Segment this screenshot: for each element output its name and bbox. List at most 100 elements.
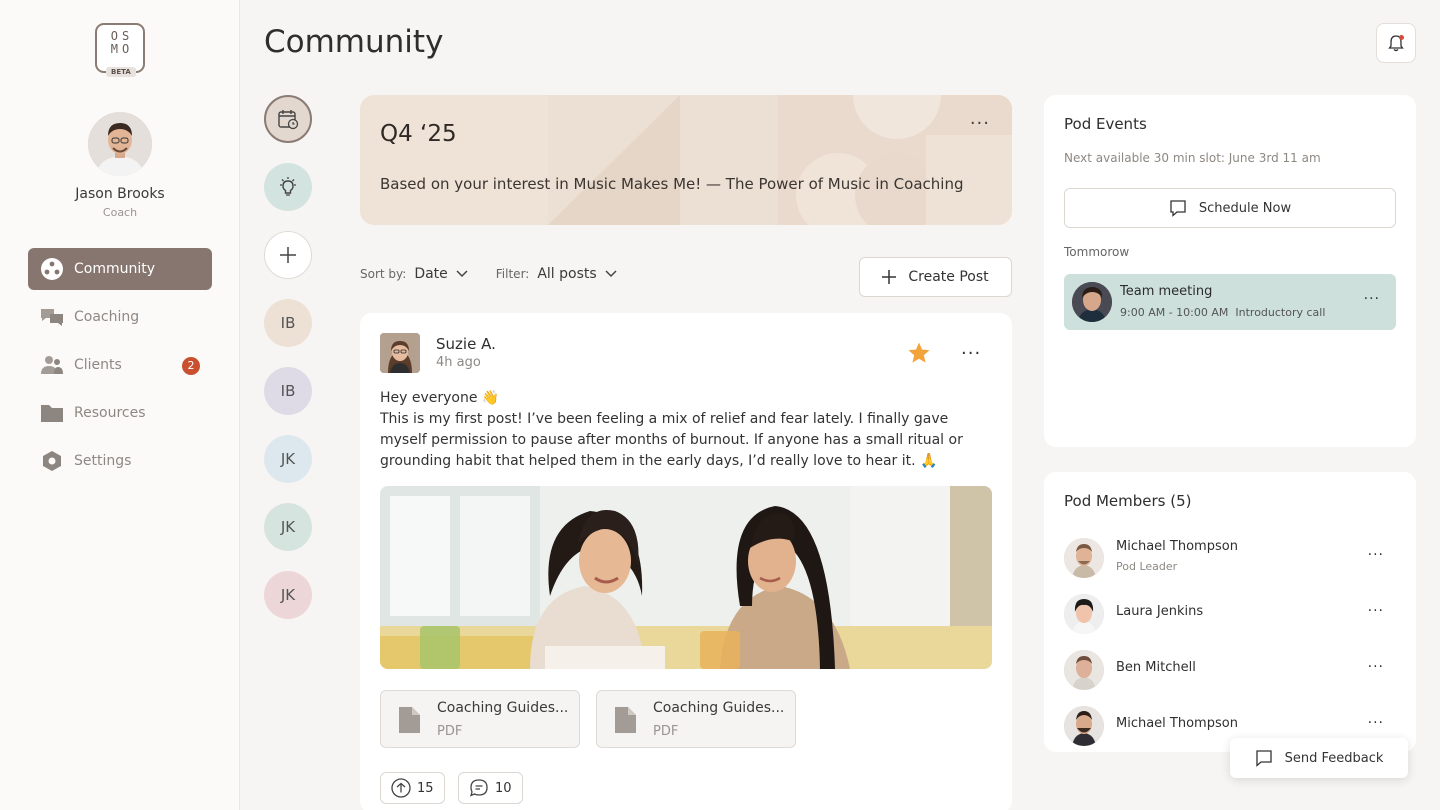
member-avatar: [1064, 650, 1104, 690]
sidebar-item-clients[interactable]: Clients 2: [28, 344, 212, 386]
banner-text: Based on your interest in Music Makes Me…: [380, 175, 964, 193]
event-type: Introductory call: [1235, 306, 1326, 319]
attachment-type: PDF: [653, 724, 679, 739]
member-avatar: [1064, 538, 1104, 578]
osmo-logo[interactable]: OS MO BETA: [95, 23, 145, 77]
schedule-now-button[interactable]: Schedule Now: [1064, 188, 1396, 228]
comment-count: 10: [495, 780, 512, 796]
sidebar-item-label: Clients: [74, 357, 122, 373]
member-more-button[interactable]: ···: [1368, 659, 1384, 675]
page-title: Community: [264, 24, 444, 60]
pod-events-card: Pod Events Next available 30 min slot: J…: [1044, 95, 1416, 447]
sidebar-item-label: Coaching: [74, 309, 140, 325]
arrow-up-circle-icon: [391, 778, 411, 798]
pod-banner: Q4 ‘25 Based on your interest in Music M…: [360, 95, 1012, 225]
create-post-button[interactable]: Create Post: [859, 257, 1012, 297]
filter-dropdown[interactable]: All posts: [537, 266, 596, 282]
pod-members-card: Pod Members (5) Michael Thompson Pod Lea…: [1044, 472, 1416, 752]
rail-pod-jk-1[interactable]: JK: [264, 435, 312, 483]
member-role: Pod Leader: [1116, 560, 1178, 573]
feedback-icon: [1255, 750, 1272, 767]
chat-icon: [1170, 200, 1186, 217]
send-feedback-button[interactable]: Send Feedback: [1230, 738, 1408, 778]
attachment-name: Coaching Guides...: [653, 700, 783, 716]
pod-events-title: Pod Events: [1064, 115, 1147, 133]
post-content: Hey everyone 👋 This is my first post! I’…: [380, 388, 992, 472]
member-more-button[interactable]: ···: [1368, 603, 1384, 619]
comment-icon: [469, 779, 488, 797]
sort-filter-bar: Sort by: Date Filter: All posts: [360, 266, 617, 282]
member-avatar: [1064, 706, 1104, 746]
schedule-now-label: Schedule Now: [1198, 200, 1292, 216]
sidebar-item-community[interactable]: Community: [28, 248, 212, 290]
plus-icon: [280, 247, 296, 263]
post-text: This is my first post! I’ve been feeling…: [380, 411, 963, 469]
upvote-count: 15: [417, 780, 434, 796]
clients-badge: 2: [182, 357, 200, 375]
member-more-button[interactable]: ···: [1368, 715, 1384, 731]
member-name: Laura Jenkins: [1116, 604, 1204, 619]
event-item[interactable]: Team meeting 9:00 AM - 10:00 AM Introduc…: [1064, 274, 1396, 330]
sidebar-item-settings[interactable]: Settings: [28, 440, 212, 482]
create-post-label: Create Post: [908, 269, 989, 285]
rail-add-button[interactable]: [264, 231, 312, 279]
favorite-star-button[interactable]: [907, 341, 931, 369]
event-time-range: 9:00 AM - 10:00 AM: [1120, 306, 1229, 319]
rail-ideas-button[interactable]: [264, 163, 312, 211]
sidebar-nav: Community Coaching Clients 2 Resources S…: [28, 248, 212, 488]
post-image[interactable]: [380, 486, 992, 669]
chevron-down-icon[interactable]: [605, 270, 617, 278]
member-name: Michael Thompson: [1116, 539, 1238, 554]
sidebar-item-resources[interactable]: Resources: [28, 392, 212, 434]
pods-rail: IB IB JK JK JK: [264, 95, 312, 639]
attachment-1[interactable]: Coaching Guides... PDF: [380, 690, 580, 748]
pod-members-title: Pod Members (5): [1064, 492, 1192, 510]
folder-icon: [40, 401, 64, 425]
notification-dot: [1399, 35, 1404, 40]
post-timestamp: 4h ago: [436, 355, 481, 370]
post-greeting: Hey everyone 👋: [380, 390, 500, 406]
day-label: Tommorow: [1064, 245, 1130, 259]
comments-button[interactable]: 10: [458, 772, 523, 804]
attachment-name: Coaching Guides...: [437, 700, 567, 716]
sidebar-item-label: Settings: [74, 453, 132, 469]
gear-icon: [40, 449, 64, 473]
upvote-button[interactable]: 15: [380, 772, 445, 804]
post-card: Suzie A. 4h ago ··· Hey everyone 👋 This …: [360, 313, 1012, 810]
beta-badge: BETA: [106, 67, 136, 77]
chevron-down-icon[interactable]: [456, 270, 468, 278]
post-author-name[interactable]: Suzie A.: [436, 335, 496, 353]
calendar-clock-icon: [278, 110, 299, 130]
rail-pod-jk-2[interactable]: JK: [264, 503, 312, 551]
post-more-button[interactable]: ···: [961, 343, 981, 364]
lightbulb-icon: [280, 177, 296, 196]
chat-bubbles-icon: [40, 305, 64, 329]
user-avatar[interactable]: [88, 112, 152, 176]
member-item[interactable]: Laura Jenkins ···: [1064, 592, 1396, 636]
send-feedback-label: Send Feedback: [1284, 750, 1384, 766]
banner-title: Q4 ‘25: [380, 121, 457, 147]
banner-pattern: [548, 95, 1012, 225]
rail-calendar-button[interactable]: [264, 95, 312, 143]
plus-icon: [882, 270, 897, 284]
rail-pod-jk-3[interactable]: JK: [264, 571, 312, 619]
notifications-button[interactable]: [1376, 23, 1416, 63]
sort-dropdown[interactable]: Date: [414, 266, 447, 282]
users-icon: [40, 353, 64, 377]
file-icon: [399, 707, 420, 733]
attachment-2[interactable]: Coaching Guides... PDF: [596, 690, 796, 748]
sidebar-item-coaching[interactable]: Coaching: [28, 296, 212, 338]
sidebar: OSMO BETA Jason Brooks Coach Community: [0, 0, 240, 810]
member-item[interactable]: Michael Thompson Pod Leader ···: [1064, 536, 1396, 580]
event-more-button[interactable]: ···: [1364, 291, 1380, 307]
sort-label: Sort by:: [360, 267, 407, 281]
rail-pod-ib-1[interactable]: IB: [264, 299, 312, 347]
post-author-avatar[interactable]: [380, 333, 420, 373]
community-icon: [40, 257, 64, 281]
event-avatar: [1072, 282, 1112, 322]
rail-pod-ib-2[interactable]: IB: [264, 367, 312, 415]
member-more-button[interactable]: ···: [1368, 547, 1384, 563]
user-role: Coach: [102, 206, 138, 219]
member-item[interactable]: Ben Mitchell ···: [1064, 648, 1396, 692]
banner-more-button[interactable]: ···: [970, 113, 990, 134]
